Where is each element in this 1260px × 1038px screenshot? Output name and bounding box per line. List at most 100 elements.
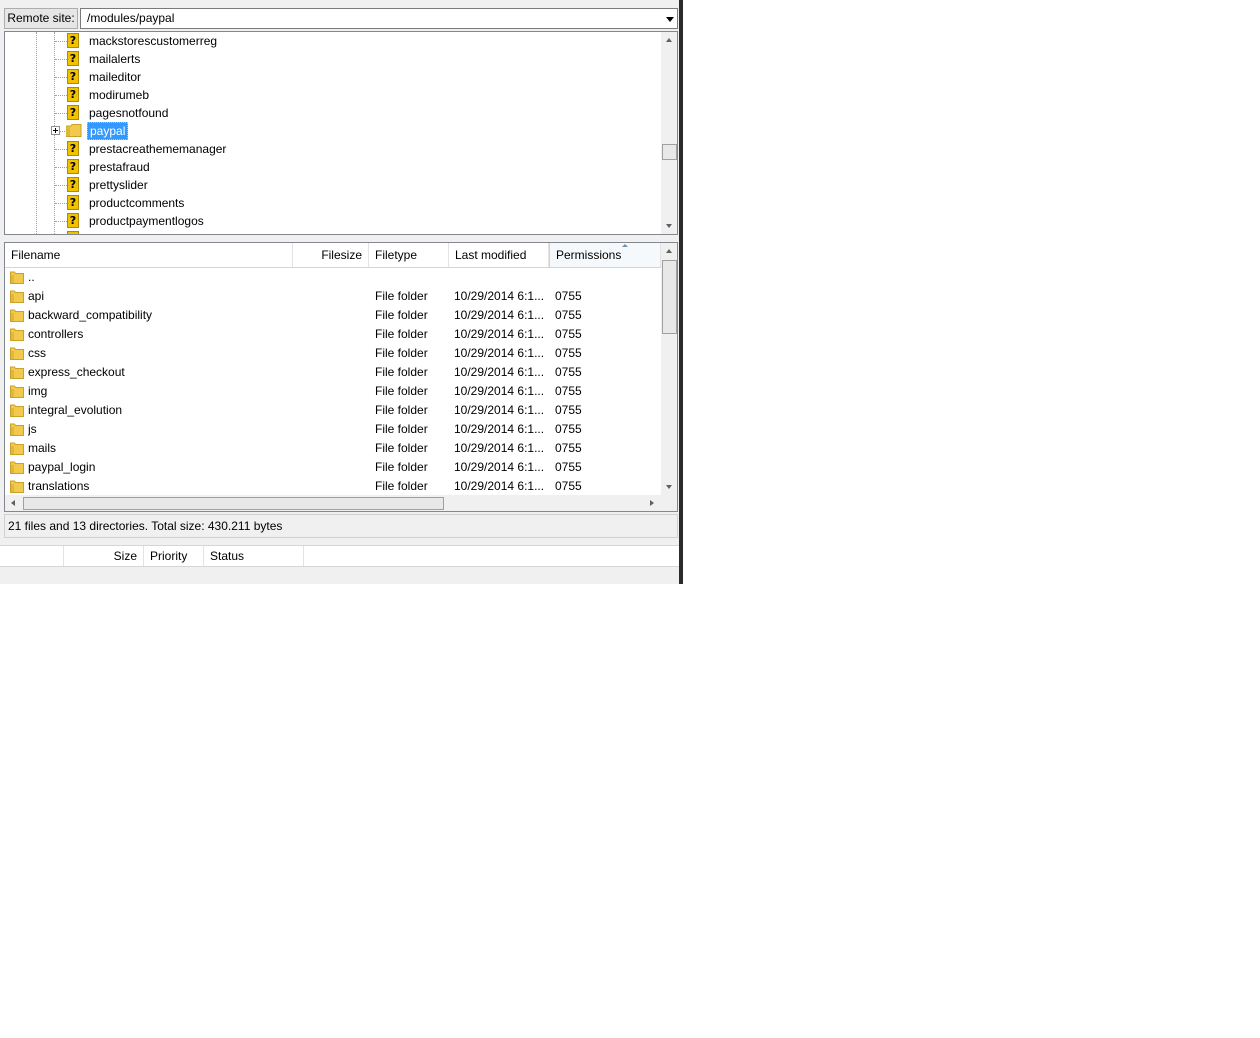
file-permissions: 0755 bbox=[555, 441, 582, 455]
remote-directory-tree[interactable]: ? mackstorescustomerreg? mailalerts? mailed… bbox=[4, 31, 678, 235]
tree-item-label[interactable]: mailalerts bbox=[87, 50, 142, 68]
table-row[interactable]: js File folder 10/29/2014 6:1... 0755 bbox=[5, 420, 661, 439]
file-name[interactable]: integral_evolution bbox=[28, 401, 288, 420]
file-list-horizontal-scrollbar[interactable] bbox=[5, 495, 677, 511]
table-row[interactable]: img File folder 10/29/2014 6:1... 0755 bbox=[5, 382, 661, 401]
file-last-modified: 10/29/2014 6:1... bbox=[454, 365, 545, 379]
file-last-modified: 10/29/2014 6:1... bbox=[454, 403, 545, 417]
scroll-left-arrow-icon[interactable] bbox=[11, 500, 15, 506]
file-name[interactable]: js bbox=[28, 420, 288, 439]
column-header-last-modified[interactable]: Last modified bbox=[449, 243, 549, 267]
question-folder-icon: ? bbox=[67, 33, 79, 48]
column-header-filesize[interactable]: Filesize bbox=[293, 243, 369, 267]
folder-icon bbox=[10, 271, 24, 284]
column-header-priority[interactable]: Priority bbox=[144, 546, 204, 566]
question-folder-icon: ? bbox=[67, 213, 79, 228]
table-row[interactable]: paypal_login File folder 10/29/2014 6:1...… bbox=[5, 458, 661, 477]
file-name[interactable]: css bbox=[28, 344, 288, 363]
tree-connector-line bbox=[55, 203, 67, 204]
file-last-modified: 10/29/2014 6:1... bbox=[454, 308, 545, 322]
scroll-up-arrow-icon[interactable] bbox=[666, 38, 672, 42]
table-row[interactable]: .. bbox=[5, 268, 661, 287]
tree-item[interactable]: ? maileditor bbox=[5, 68, 661, 86]
tree-item-label[interactable]: paypal bbox=[87, 122, 129, 140]
column-header-permissions[interactable]: Permissions bbox=[549, 243, 661, 267]
remote-site-path-combobox[interactable]: /modules/paypal bbox=[80, 8, 678, 29]
tree-item[interactable]: ? prettyslider bbox=[5, 176, 661, 194]
expand-plus-icon[interactable] bbox=[51, 126, 60, 135]
table-row[interactable]: translations File folder 10/29/2014 6:1...… bbox=[5, 477, 661, 496]
tree-scrollbar-thumb[interactable] bbox=[662, 144, 677, 160]
remote-site-path[interactable]: /modules/paypal bbox=[87, 9, 174, 28]
table-row[interactable]: css File folder 10/29/2014 6:1... 0755 bbox=[5, 344, 661, 363]
scroll-up-arrow-icon[interactable] bbox=[666, 249, 672, 253]
scroll-right-arrow-icon[interactable] bbox=[650, 500, 654, 506]
file-type: File folder bbox=[375, 365, 428, 379]
scroll-down-arrow-icon[interactable] bbox=[666, 224, 672, 228]
table-row[interactable]: controllers File folder 10/29/2014 6:1... 0… bbox=[5, 325, 661, 344]
tree-item-label[interactable]: maileditor bbox=[87, 68, 143, 86]
file-permissions: 0755 bbox=[555, 365, 582, 379]
column-header-status[interactable]: Status bbox=[204, 546, 304, 566]
file-last-modified: 10/29/2014 6:1... bbox=[454, 479, 545, 493]
question-folder-icon: ? bbox=[67, 69, 79, 84]
tree-item-label[interactable]: productcomments bbox=[87, 194, 186, 212]
file-type: File folder bbox=[375, 403, 428, 417]
table-row[interactable]: integral_evolution File folder 10/29/2014 … bbox=[5, 401, 661, 420]
tree-item-label[interactable]: pagesnotfound bbox=[87, 104, 170, 122]
file-type: File folder bbox=[375, 384, 428, 398]
file-list-vertical-scrollbar[interactable] bbox=[661, 243, 677, 495]
tree-item-partial[interactable] bbox=[5, 230, 661, 234]
tree-item-label[interactable]: modirumeb bbox=[87, 86, 151, 104]
tree-item[interactable]: ? pagesnotfound bbox=[5, 104, 661, 122]
tree-item[interactable]: ? prestacreathememanager bbox=[5, 140, 661, 158]
tree-item[interactable]: paypal bbox=[5, 122, 661, 140]
tree-item-label[interactable]: prettyslider bbox=[87, 176, 150, 194]
folder-icon bbox=[10, 423, 24, 436]
tree-item-label[interactable]: productpaymentlogos bbox=[87, 212, 206, 230]
tree-item-label[interactable]: prestafraud bbox=[87, 158, 152, 176]
file-name[interactable]: backward_compatibility bbox=[28, 306, 288, 325]
question-folder-icon: ? bbox=[67, 51, 79, 66]
tree-item[interactable]: ? prestafraud bbox=[5, 158, 661, 176]
tree-item[interactable]: ? mackstorescustomerreg bbox=[5, 32, 661, 50]
folder-icon bbox=[10, 480, 24, 493]
file-name[interactable]: api bbox=[28, 287, 288, 306]
folder-icon bbox=[10, 290, 24, 303]
file-name[interactable]: img bbox=[28, 382, 288, 401]
file-permissions: 0755 bbox=[555, 346, 582, 360]
tree-item-label[interactable]: mackstorescustomerreg bbox=[87, 32, 219, 50]
tree-item[interactable]: ? mailalerts bbox=[5, 50, 661, 68]
column-header-size[interactable]: Size bbox=[64, 546, 144, 566]
tree-connector-line bbox=[55, 41, 67, 42]
table-row[interactable]: express_checkout File folder 10/29/2014 6:… bbox=[5, 363, 661, 382]
column-header-filename[interactable]: Filename bbox=[5, 243, 293, 267]
file-name[interactable]: express_checkout bbox=[28, 363, 288, 382]
dropdown-arrow-icon[interactable] bbox=[666, 17, 674, 22]
tree-item[interactable]: ? productcomments bbox=[5, 194, 661, 212]
pane-splitter[interactable] bbox=[679, 0, 683, 584]
scroll-down-arrow-icon[interactable] bbox=[666, 485, 672, 489]
file-name[interactable]: paypal_login bbox=[28, 458, 288, 477]
horizontal-scrollbar-thumb[interactable] bbox=[23, 497, 444, 510]
file-last-modified: 10/29/2014 6:1... bbox=[454, 289, 545, 303]
file-list-scrollbar-thumb[interactable] bbox=[662, 260, 677, 334]
file-name[interactable]: mails bbox=[28, 439, 288, 458]
table-row[interactable]: mails File folder 10/29/2014 6:1... 0755 bbox=[5, 439, 661, 458]
folder-icon bbox=[10, 366, 24, 379]
question-folder-icon: ? bbox=[67, 177, 79, 192]
table-row[interactable]: backward_compatibility File folder 10/29/2… bbox=[5, 306, 661, 325]
table-row[interactable]: api File folder 10/29/2014 6:1... 0755 bbox=[5, 287, 661, 306]
column-header-filetype[interactable]: Filetype bbox=[369, 243, 449, 267]
file-permissions: 0755 bbox=[555, 308, 582, 322]
file-name[interactable]: controllers bbox=[28, 325, 288, 344]
tree-item[interactable]: ? modirumeb bbox=[5, 86, 661, 104]
file-name[interactable]: translations bbox=[28, 477, 288, 496]
tree-item-label[interactable]: prestacreathememanager bbox=[87, 140, 228, 158]
folder-icon bbox=[65, 124, 82, 137]
remote-file-list[interactable]: Filename Filesize Filetype Last modified… bbox=[4, 242, 678, 512]
column-header-queue-file[interactable] bbox=[0, 546, 64, 566]
tree-vertical-scrollbar[interactable] bbox=[661, 32, 677, 234]
file-name[interactable]: .. bbox=[28, 268, 288, 287]
tree-item[interactable]: ? productpaymentlogos bbox=[5, 212, 661, 230]
